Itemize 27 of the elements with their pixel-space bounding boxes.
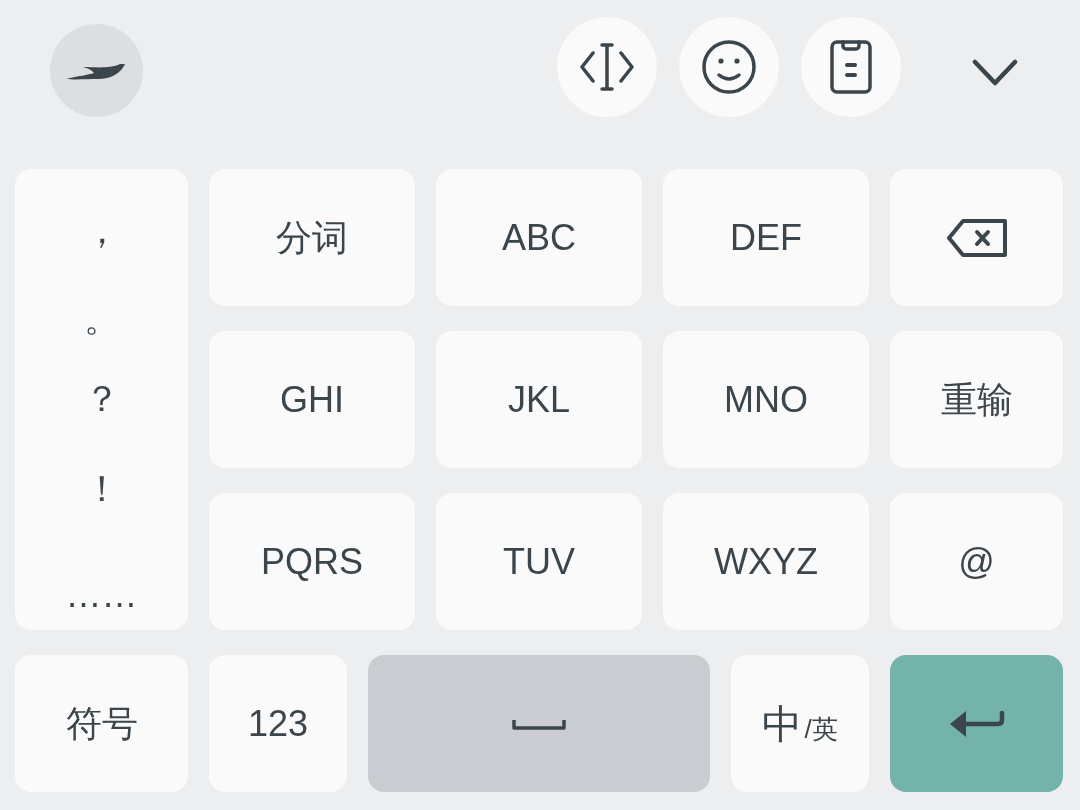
enter-arrow-icon bbox=[948, 709, 1005, 738]
punctuation-key[interactable]: 。 bbox=[83, 297, 120, 341]
keyboard-key[interactable]: @ bbox=[890, 493, 1063, 630]
keyboard-key[interactable]: WXYZ bbox=[663, 493, 869, 630]
keyboard-key[interactable]: TUV bbox=[436, 493, 642, 630]
smiley-icon bbox=[702, 40, 756, 94]
punctuation-key[interactable]: ， bbox=[83, 209, 120, 253]
keyboard-key[interactable]: 重输 bbox=[890, 331, 1063, 468]
chevron-down-icon[interactable] bbox=[972, 59, 1018, 86]
backspace-icon bbox=[946, 218, 1007, 257]
keyboard-key[interactable]: DEF bbox=[663, 169, 869, 306]
keyboard-key[interactable]: PQRS bbox=[209, 493, 415, 630]
keyboard-key[interactable]: ABC bbox=[436, 169, 642, 306]
punctuation-key[interactable]: …… bbox=[65, 573, 138, 617]
punctuation-key[interactable]: ！ bbox=[83, 467, 120, 511]
keyboard-key[interactable]: 123 bbox=[209, 655, 347, 792]
keyboard-key[interactable]: 分词 bbox=[209, 169, 415, 306]
punctuation-key[interactable]: ？ bbox=[83, 377, 120, 421]
keyboard-key[interactable]: GHI bbox=[209, 331, 415, 468]
text-cursor-icon bbox=[580, 42, 634, 92]
backspace-key[interactable] bbox=[890, 169, 1063, 306]
space-bar-icon bbox=[512, 717, 566, 730]
clipboard-icon bbox=[830, 40, 872, 94]
keyboard-key[interactable]: JKL bbox=[436, 331, 642, 468]
language-switch-key[interactable]: 中/英 bbox=[731, 655, 869, 792]
keyboard-key[interactable]: 符号 bbox=[15, 655, 188, 792]
keyboard-key[interactable]: MNO bbox=[663, 331, 869, 468]
